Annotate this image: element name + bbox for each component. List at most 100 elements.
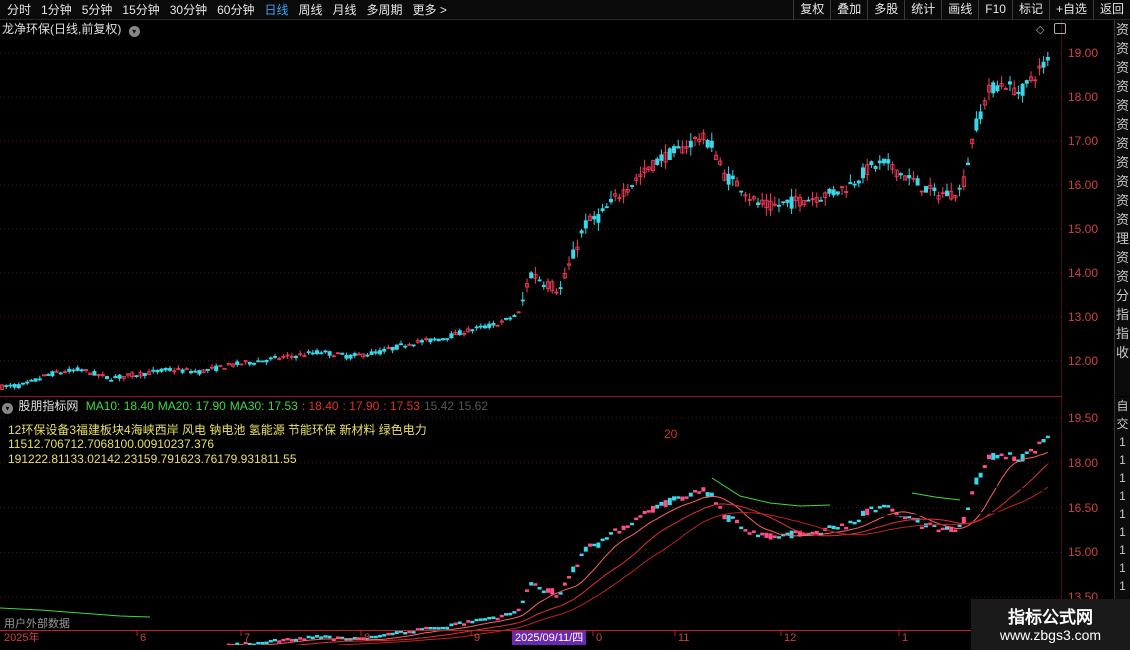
sub-candle (529, 582, 534, 586)
strip-glyph: 资 (1115, 155, 1129, 170)
ma-line (258, 451, 1049, 645)
sub-candle (1008, 452, 1012, 455)
strip-glyph: 资 (1115, 174, 1129, 189)
candle-body (188, 371, 193, 374)
candle-body (142, 372, 147, 376)
sub-candle (592, 543, 597, 547)
candle-body (50, 371, 55, 377)
sub-candle (621, 525, 626, 531)
chevron-down-icon[interactable]: ▾ (2, 403, 13, 414)
candle-body (348, 354, 353, 359)
candle-body (167, 368, 172, 371)
candle-body (571, 249, 576, 259)
candle-body (71, 369, 76, 372)
sub-candle (554, 595, 559, 598)
strip-glyph: 1 (1119, 579, 1126, 593)
diamond-icon[interactable]: ◇ (1036, 23, 1044, 36)
candle-body (957, 187, 962, 190)
sub-candle (520, 600, 525, 604)
sub-candle (231, 644, 235, 645)
strip-glyph: 1 (1119, 489, 1126, 503)
candle-body (529, 272, 534, 279)
sub-candle (646, 510, 651, 513)
toolbar-button[interactable]: 返回 (1092, 0, 1130, 20)
candle-body (676, 146, 681, 149)
sub-candle (1003, 456, 1008, 460)
strip-glyph: 1 (1119, 471, 1126, 485)
candle-body (251, 362, 256, 365)
indicator-line-3: 191222.81133.02142.23159.791623.76179.93… (8, 452, 297, 466)
strip-glyph: 1 (1119, 525, 1126, 539)
y-axis-tick: 15.00 (1068, 221, 1099, 236)
chevron-down-icon[interactable]: ▾ (128, 26, 140, 37)
sub-candle (642, 510, 647, 515)
candle-body (264, 359, 269, 363)
sub-candle (919, 526, 924, 530)
candle-body (861, 167, 866, 179)
date-label: 8 (364, 632, 371, 644)
candle-body (1041, 61, 1046, 68)
strip-glyph: 自 (1116, 399, 1129, 413)
external-data-label: 用户外部数据 (4, 618, 70, 630)
sub-candle (978, 472, 983, 478)
candle-body (75, 367, 80, 371)
sub-candle (634, 517, 639, 521)
y-axis-tick: 19.50 (1068, 410, 1099, 425)
strip-glyph: 指 (1115, 326, 1129, 341)
sub-candle (865, 508, 870, 516)
indicator-marker: 20 (664, 427, 678, 441)
strip-glyph: 资 (1115, 60, 1129, 75)
sub-candle (659, 501, 664, 506)
candle-body (113, 376, 118, 379)
candle-body (482, 325, 487, 329)
candle-body (924, 185, 929, 193)
candle-body (293, 355, 298, 358)
sub-candle (567, 576, 571, 579)
candle-body (323, 350, 328, 353)
ma-label: MA20: 17.90 (157, 399, 226, 413)
candle-body (520, 299, 525, 302)
sub-candle (457, 621, 462, 625)
sub-candle (495, 617, 500, 621)
candle-body (781, 201, 786, 204)
window-toggle-icon[interactable] (1054, 23, 1066, 34)
ma-label: MA30: 17.53 (229, 399, 298, 413)
sub-candle (890, 508, 895, 512)
candle-body (777, 204, 782, 207)
sub-candle (600, 538, 605, 542)
right-info-strip-lower: 自交 1 1 1 1 1 1 1 1 1 (1114, 397, 1130, 630)
candle-body (848, 182, 853, 185)
candle-body (470, 329, 475, 332)
candle-body (197, 370, 202, 375)
candle-body (33, 378, 38, 382)
sub-candle (953, 529, 958, 532)
candle-body (46, 374, 51, 376)
strip-glyph: 资 (1115, 79, 1129, 94)
candle-body (419, 340, 424, 343)
candle-body (20, 382, 25, 385)
sub-candle (630, 522, 634, 526)
ma-line (294, 463, 1049, 645)
candle-body (579, 230, 584, 234)
sub-candle (844, 526, 849, 530)
candle-body (474, 326, 479, 329)
strip-glyph: 分 (1115, 288, 1129, 303)
candle-body (319, 352, 324, 355)
sub-candle (903, 516, 907, 520)
candle-body (369, 351, 374, 355)
sub-candle (462, 623, 466, 626)
candle-body (105, 375, 110, 380)
sub-candle (882, 504, 886, 508)
strip-glyph: 资 (1115, 98, 1129, 113)
candle-body (377, 350, 382, 355)
sub-candle (625, 525, 630, 528)
candle-body (596, 214, 601, 223)
date-label: 11 (678, 632, 690, 644)
candle-body (739, 190, 744, 193)
sub-candle (974, 477, 979, 486)
sub-candle (562, 582, 567, 586)
candle-body (756, 202, 761, 206)
sub-candle (453, 622, 458, 626)
candle-body (79, 369, 84, 372)
y-axis-tick: 15.00 (1068, 545, 1099, 560)
